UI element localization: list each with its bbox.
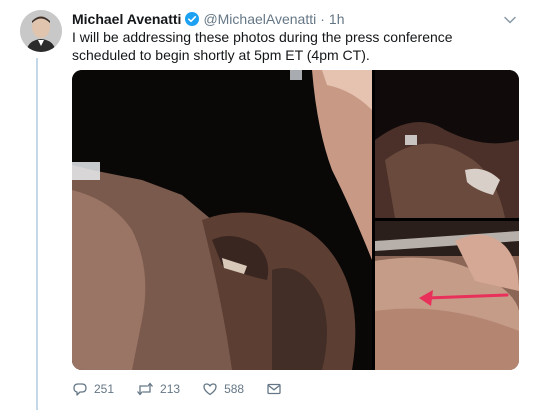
reply-count: 251 <box>94 382 115 396</box>
tweet-card[interactable]: Michael Avenatti @MichaelAvenatti · 1h I… <box>0 0 538 410</box>
like-button[interactable]: 588 <box>202 381 244 397</box>
like-count: 588 <box>224 382 245 396</box>
timestamp[interactable]: 1h <box>329 11 345 27</box>
chevron-down-icon[interactable] <box>504 12 516 24</box>
reply-icon <box>73 383 87 396</box>
media-grid[interactable] <box>72 70 519 370</box>
tweet-header: Michael Avenatti @MichaelAvenatti · 1h <box>72 10 344 28</box>
reply-button[interactable]: 251 <box>72 381 114 397</box>
tweet-text: I will be addressing these photos during… <box>72 29 453 63</box>
tweet-actions: 251 213 588 <box>72 380 310 398</box>
message-button[interactable] <box>266 381 288 397</box>
heart-icon <box>203 383 217 396</box>
author-handle[interactable]: @MichaelAvenatti <box>203 11 316 27</box>
retweet-icon <box>137 382 154 396</box>
retweet-button[interactable]: 213 <box>136 381 180 397</box>
retweet-count: 213 <box>160 382 181 396</box>
photo-top-right[interactable] <box>375 70 519 218</box>
avatar[interactable] <box>20 10 62 52</box>
photo-main[interactable] <box>72 70 372 370</box>
photo-bottom-right[interactable] <box>375 221 519 370</box>
separator-dot: · <box>320 11 325 27</box>
verified-badge-icon <box>185 12 200 26</box>
author-name[interactable]: Michael Avenatti <box>72 11 181 27</box>
thread-line <box>36 58 38 410</box>
envelope-icon <box>267 383 281 395</box>
